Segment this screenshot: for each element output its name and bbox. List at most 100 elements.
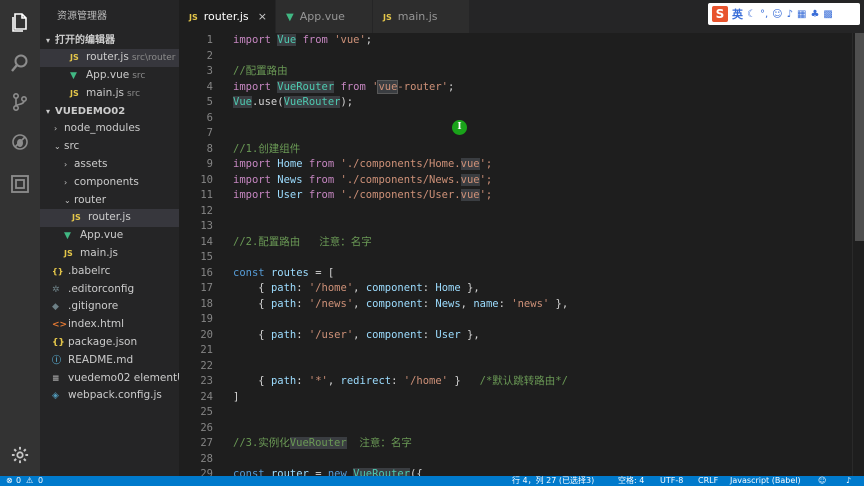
- code-line: import User from './components/User.vue'…: [233, 189, 493, 201]
- mouse-cursor-icon: I: [452, 120, 467, 135]
- chevron-down-icon: ⌄: [64, 195, 71, 205]
- tree-file[interactable]: ✲ .editorconfig: [40, 281, 179, 299]
- webpack-icon: ◈: [52, 391, 59, 402]
- code-line: //1.创建组件: [233, 142, 301, 155]
- cursor-position[interactable]: 行 4，列 27 (已选择3): [512, 476, 594, 486]
- shirt-icon[interactable]: ♣: [810, 9, 819, 20]
- chevron-right-icon: ›: [64, 177, 68, 187]
- tree-folder[interactable]: › assets: [40, 156, 179, 174]
- tree-file[interactable]: {} package.json: [40, 334, 179, 352]
- tree-folder[interactable]: › node_modules: [40, 120, 179, 138]
- tree-file[interactable]: {} .babelrc: [40, 263, 179, 281]
- indentation[interactable]: 空格: 4: [618, 476, 644, 486]
- gear-icon: ✲: [52, 284, 60, 295]
- tree-folder[interactable]: › components: [40, 174, 179, 192]
- language-mode[interactable]: Javascript (Babel): [730, 476, 801, 486]
- search-icon[interactable]: [8, 51, 32, 75]
- code-editor[interactable]: 1 import Vue from 'vue'; 2 3 //配置路由 4 impor…: [179, 33, 852, 476]
- code-line: { path: '/user', component: User },: [233, 328, 480, 341]
- line-number: 10: [200, 173, 213, 186]
- code-line: const router = new VueRouter({: [233, 467, 423, 476]
- line-number: 28: [200, 452, 213, 465]
- line-number: 22: [200, 359, 213, 372]
- tree-file[interactable]: <>index.html: [40, 316, 179, 334]
- vue-icon: ▼: [286, 12, 294, 23]
- scrollbar-thumb[interactable]: [855, 33, 864, 241]
- line-number: 18: [200, 297, 213, 310]
- tree-file[interactable]: ▼ App.vue: [40, 227, 179, 245]
- line-number: 23: [200, 375, 213, 387]
- warning-icon[interactable]: ⚠: [26, 476, 33, 486]
- source-control-icon[interactable]: [8, 90, 32, 114]
- babel-icon: {}: [52, 266, 64, 276]
- project-header[interactable]: ▾ VUEDEMO02: [40, 104, 179, 120]
- tree-file[interactable]: ◆ .gitignore: [40, 298, 179, 316]
- tab-main-js[interactable]: JS main.js: [373, 0, 469, 33]
- json-icon: {}: [52, 337, 65, 348]
- error-count[interactable]: 0: [16, 476, 21, 486]
- vue-icon: ▼: [70, 70, 77, 81]
- keyboard-icon[interactable]: ▦: [797, 9, 806, 20]
- chevron-down-icon: ⌄: [54, 142, 61, 152]
- activity-bar: [0, 0, 40, 476]
- warning-count[interactable]: 0: [38, 476, 43, 486]
- tree-file[interactable]: ≡vuedemo02 elementU...: [40, 370, 179, 388]
- line-ending[interactable]: CRLF: [698, 476, 718, 486]
- tree-file[interactable]: ⓘ README.md: [40, 352, 179, 370]
- close-icon[interactable]: ×: [258, 0, 267, 33]
- vue-icon: ▼: [64, 231, 71, 242]
- extensions-icon[interactable]: [8, 172, 32, 196]
- info-icon: ⓘ: [52, 355, 62, 366]
- line-number: 17: [200, 282, 213, 294]
- tree-file[interactable]: JS main.js: [40, 245, 179, 263]
- js-icon: JS: [189, 13, 198, 22]
- punctuation-icon[interactable]: °,: [760, 9, 768, 20]
- smiley-icon[interactable]: ☺: [818, 476, 826, 486]
- error-icon[interactable]: ⊗: [6, 476, 13, 486]
- settings-gear-icon[interactable]: [8, 443, 32, 467]
- tab-router-js[interactable]: JS router.js ×: [179, 0, 275, 33]
- git-icon: ◆: [52, 302, 59, 313]
- line-number: 25: [200, 406, 213, 418]
- grid-icon[interactable]: ▩: [823, 9, 832, 20]
- ime-language[interactable]: 英: [732, 6, 743, 22]
- tree-file[interactable]: ◈ webpack.config.js: [40, 387, 179, 405]
- files-icon[interactable]: [8, 10, 32, 34]
- line-number: 6: [206, 111, 213, 124]
- tree-folder[interactable]: ⌄ router: [40, 192, 179, 210]
- line-number: 7: [206, 127, 213, 139]
- bell-icon[interactable]: ♪: [846, 476, 851, 486]
- html-icon: <>: [52, 320, 68, 331]
- open-editor-item[interactable]: JS router.js src\router: [40, 49, 179, 67]
- mic-icon[interactable]: ♪: [787, 9, 793, 20]
- status-bar: ⊗ 0 ⚠ 0 行 4，列 27 (已选择3) 空格: 4 UTF-8 CRLF…: [0, 476, 864, 486]
- tab-app-vue[interactable]: ▼ App.vue: [276, 0, 372, 33]
- line-number: 13: [200, 220, 213, 232]
- line-number: 15: [200, 251, 213, 263]
- encoding[interactable]: UTF-8: [660, 476, 683, 486]
- js-icon: JS: [70, 53, 79, 62]
- debug-icon[interactable]: [8, 130, 32, 154]
- ime-toolbar[interactable]: S 英 ☾ °, ☺ ♪ ▦ ♣ ▩: [708, 3, 860, 25]
- line-number: 20: [200, 328, 213, 341]
- line-number: 2: [206, 49, 213, 62]
- open-editors-header[interactable]: ▾ 打开的编辑器: [40, 33, 179, 49]
- moon-icon[interactable]: ☾: [747, 9, 756, 20]
- line-number: 9: [206, 158, 213, 170]
- code-line: { path: '/news', component: News, name: …: [233, 297, 569, 310]
- open-editor-item[interactable]: ▼ App.vue src: [40, 67, 179, 85]
- code-line: //3.实例化VueRouter 注意：名字: [233, 437, 412, 449]
- editor-scrollbar[interactable]: [852, 33, 864, 476]
- sogou-logo: S: [712, 6, 728, 22]
- smile-icon[interactable]: ☺: [772, 9, 782, 20]
- code-line: import VueRouter from 'vue-router';: [233, 79, 455, 94]
- code-line: import News from './components/News.vue'…: [233, 173, 493, 186]
- code-line: //配置路由: [233, 65, 288, 77]
- tree-folder[interactable]: ⌄ src: [40, 138, 179, 156]
- explorer-sidebar: 资源管理器 ▾ 打开的编辑器 JS router.js src\router ▼ App…: [40, 0, 179, 476]
- tree-file[interactable]: JS router.js: [40, 209, 179, 228]
- code-line: ]: [233, 390, 240, 403]
- code-line: const routes = [: [233, 266, 335, 279]
- line-number: 1: [206, 34, 213, 46]
- open-editor-item[interactable]: JS main.js src: [40, 85, 179, 103]
